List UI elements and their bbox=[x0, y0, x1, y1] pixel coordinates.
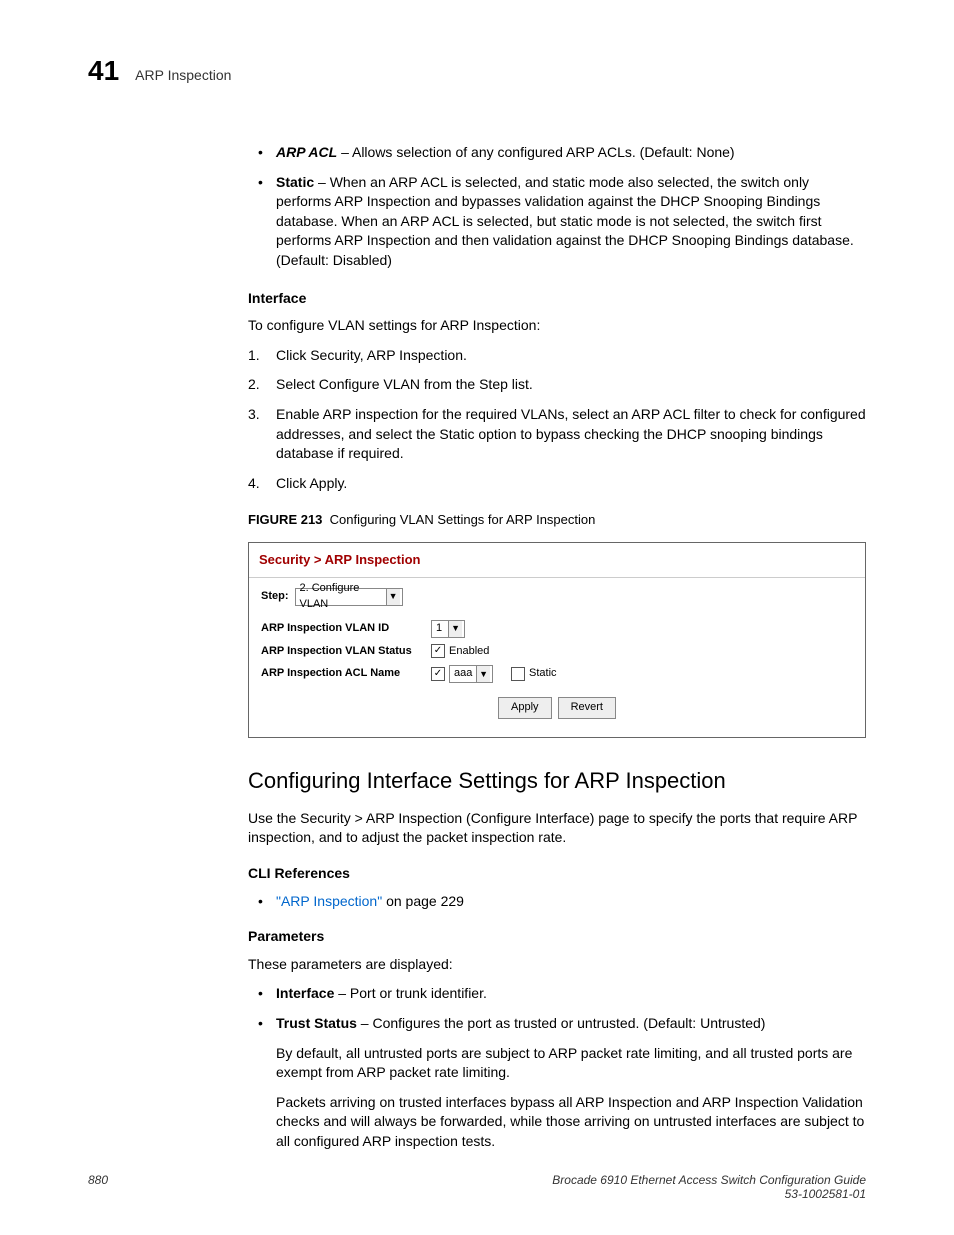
step-label: Step: bbox=[261, 589, 289, 604]
section-intro: Use the Security > ARP Inspection (Confi… bbox=[248, 809, 866, 848]
param-interface-label: Interface bbox=[276, 985, 334, 1001]
step-3: Enable ARP inspection for the required V… bbox=[248, 405, 866, 464]
vlan-id-value: 1 bbox=[436, 621, 445, 636]
param-interface-text: – Port or trunk identifier. bbox=[334, 985, 487, 1001]
param-trust: Trust Status – Configures the port as tr… bbox=[248, 1014, 866, 1152]
vlan-status-row: ARP Inspection VLAN Status ✓ Enabled bbox=[261, 644, 853, 659]
vlan-id-row: ARP Inspection VLAN ID 1 ▼ bbox=[261, 620, 853, 638]
acl-name-checkbox[interactable]: ✓ bbox=[431, 667, 445, 681]
static-text: Static bbox=[529, 666, 557, 681]
cli-list: "ARP Inspection" on page 229 bbox=[248, 892, 866, 912]
section-heading: Configuring Interface Settings for ARP I… bbox=[248, 766, 866, 797]
acl-name-label: ARP Inspection ACL Name bbox=[261, 666, 431, 681]
vlan-status-checkbox[interactable]: ✓ bbox=[431, 644, 445, 658]
vlan-id-label: ARP Inspection VLAN ID bbox=[261, 621, 431, 636]
revert-button[interactable]: Revert bbox=[558, 697, 616, 719]
figure-breadcrumb: Security > ARP Inspection bbox=[249, 543, 865, 578]
params-list: Interface – Port or trunk identifier. Tr… bbox=[248, 984, 866, 1151]
static-label: Static bbox=[276, 174, 314, 190]
footer-right: Brocade 6910 Ethernet Access Switch Conf… bbox=[552, 1173, 866, 1201]
page: 41 ARP Inspection ARP ACL – Allows selec… bbox=[0, 0, 954, 1210]
figure-caption-text: Configuring VLAN Settings for ARP Inspec… bbox=[330, 512, 596, 527]
figure-panel: Security > ARP Inspection Step: 2. Confi… bbox=[248, 542, 866, 739]
footer-guide: Brocade 6910 Ethernet Access Switch Conf… bbox=[552, 1173, 866, 1187]
apply-button[interactable]: Apply bbox=[498, 697, 552, 719]
params-heading: Parameters bbox=[248, 927, 866, 947]
arp-acl-label: ARP ACL bbox=[276, 144, 337, 160]
chevron-down-icon: ▼ bbox=[448, 621, 462, 637]
chevron-down-icon: ▼ bbox=[386, 589, 400, 605]
interface-intro: To configure VLAN settings for ARP Inspe… bbox=[248, 316, 866, 336]
param-trust-label: Trust Status bbox=[276, 1015, 357, 1031]
footer-docnum: 53-1002581-01 bbox=[785, 1187, 866, 1201]
main-content: ARP ACL – Allows selection of any config… bbox=[248, 143, 866, 1152]
figure-label: FIGURE 213 bbox=[248, 512, 322, 527]
arp-acl-text: – Allows selection of any configured ARP… bbox=[337, 144, 734, 160]
page-number: 880 bbox=[88, 1173, 108, 1201]
acl-name-value: aaa bbox=[454, 666, 473, 681]
figure-body: Step: 2. Configure VLAN ▼ ARP Inspection… bbox=[249, 578, 865, 737]
step-dropdown[interactable]: 2. Configure VLAN ▼ bbox=[295, 588, 403, 606]
step-1: Click Security, ARP Inspection. bbox=[248, 346, 866, 366]
page-header: 41 ARP Inspection bbox=[88, 55, 866, 87]
page-footer: 880 Brocade 6910 Ethernet Access Switch … bbox=[88, 1173, 866, 1201]
step-2: Select Configure VLAN from the Step list… bbox=[248, 375, 866, 395]
chapter-number: 41 bbox=[88, 55, 119, 87]
step-selector-row: Step: 2. Configure VLAN ▼ bbox=[261, 588, 853, 606]
figure-caption: FIGURE 213 Configuring VLAN Settings for… bbox=[248, 511, 866, 529]
static-checkbox[interactable] bbox=[511, 667, 525, 681]
param-trust-para2: Packets arriving on trusted interfaces b… bbox=[276, 1093, 866, 1152]
static-text: – When an ARP ACL is selected, and stati… bbox=[276, 174, 854, 268]
bullet-arp-acl: ARP ACL – Allows selection of any config… bbox=[248, 143, 866, 163]
params-intro: These parameters are displayed: bbox=[248, 955, 866, 975]
cli-tail: on page 229 bbox=[382, 893, 464, 909]
acl-name-row: ARP Inspection ACL Name ✓ aaa ▼ Static bbox=[261, 665, 853, 683]
chevron-down-icon: ▼ bbox=[476, 666, 490, 682]
step-4: Click Apply. bbox=[248, 474, 866, 494]
steps-list: Click Security, ARP Inspection. Select C… bbox=[248, 346, 866, 494]
interface-heading: Interface bbox=[248, 289, 866, 309]
chapter-title: ARP Inspection bbox=[135, 67, 231, 83]
vlan-status-label: ARP Inspection VLAN Status bbox=[261, 644, 431, 659]
param-interface: Interface – Port or trunk identifier. bbox=[248, 984, 866, 1004]
param-trust-para1: By default, all untrusted ports are subj… bbox=[276, 1044, 866, 1083]
cli-link[interactable]: "ARP Inspection" bbox=[276, 893, 382, 909]
cli-item: "ARP Inspection" on page 229 bbox=[248, 892, 866, 912]
vlan-id-dropdown[interactable]: 1 ▼ bbox=[431, 620, 465, 638]
param-trust-text: – Configures the port as trusted or untr… bbox=[357, 1015, 766, 1031]
upper-bullet-list: ARP ACL – Allows selection of any config… bbox=[248, 143, 866, 271]
bullet-static: Static – When an ARP ACL is selected, an… bbox=[248, 173, 866, 271]
step-dropdown-value: 2. Configure VLAN bbox=[300, 581, 383, 612]
vlan-status-text: Enabled bbox=[449, 644, 489, 659]
cli-heading: CLI References bbox=[248, 864, 866, 884]
figure-button-row: Apply Revert bbox=[261, 697, 853, 719]
acl-name-dropdown[interactable]: aaa ▼ bbox=[449, 665, 493, 683]
